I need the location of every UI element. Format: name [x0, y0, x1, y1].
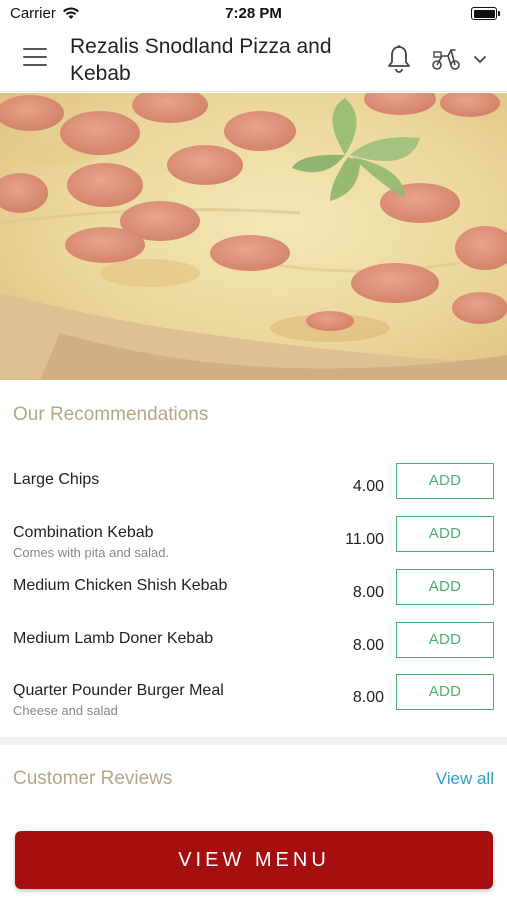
item-description: Comes with pita and salad.	[13, 545, 170, 560]
item-price: 4.00	[352, 478, 384, 495]
chevron-down-icon[interactable]	[473, 54, 487, 64]
item-description: Cheese and salad	[13, 703, 118, 718]
menu-item: Large Chips 4.00 ADD	[0, 463, 507, 521]
item-name: Medium Lamb Doner Kebab	[13, 630, 214, 647]
item-price: 8.00	[352, 637, 384, 654]
item-name: Quarter Pounder Burger Meal	[13, 682, 224, 699]
restaurant-title: Rezalis Snodland Pizza and Kebab	[70, 35, 332, 85]
menu-item: Combination Kebab Comes with pita and sa…	[0, 516, 507, 574]
pizza-illustration	[0, 93, 507, 380]
item-name: Medium Chicken Shish Kebab	[13, 577, 228, 594]
menu-item: Medium Lamb Doner Kebab 8.00 ADD	[0, 622, 507, 680]
reviews-title: Customer Reviews	[13, 768, 173, 789]
recommendations-title: Our Recommendations	[13, 404, 209, 425]
menu-item: Medium Chicken Shish Kebab 8.00 ADD	[0, 569, 507, 627]
status-bar: Carrier 7:28 PM	[0, 0, 507, 28]
item-name: Large Chips	[13, 471, 100, 488]
item-price: 8.00	[352, 584, 384, 601]
menu-icon[interactable]	[23, 48, 47, 68]
section-divider	[0, 737, 507, 745]
menu-item: Quarter Pounder Burger Meal Cheese and s…	[0, 674, 507, 732]
add-button[interactable]: ADD	[396, 674, 494, 710]
bell-icon[interactable]	[386, 44, 412, 74]
add-button[interactable]: ADD	[396, 463, 494, 499]
hero-image	[0, 93, 507, 380]
add-button[interactable]: ADD	[396, 516, 494, 552]
view-menu-button[interactable]: VIEW MENU	[15, 831, 493, 889]
item-price: 8.00	[352, 689, 384, 706]
item-name: Combination Kebab	[13, 524, 154, 541]
scooter-icon[interactable]	[431, 46, 461, 72]
app-header: Rezalis Snodland Pizza and Kebab	[0, 28, 507, 92]
view-all-link[interactable]: View all	[436, 769, 494, 789]
battery-icon	[471, 7, 500, 20]
item-price: 11.00	[345, 531, 384, 548]
add-button[interactable]: ADD	[396, 622, 494, 658]
add-button[interactable]: ADD	[396, 569, 494, 605]
status-time: 7:28 PM	[225, 5, 282, 22]
